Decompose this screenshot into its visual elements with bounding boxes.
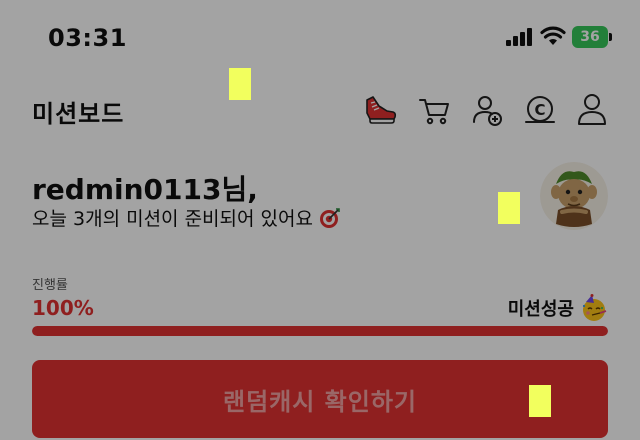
yellow-marker [229,68,251,100]
mission-board-screen: 03:31 36 미션보드 C redmin0113님, 오늘 3개의 미션이 … [0,0,640,440]
yellow-marker [529,385,551,417]
dim-overlay [0,0,640,440]
yellow-marker [498,192,520,224]
